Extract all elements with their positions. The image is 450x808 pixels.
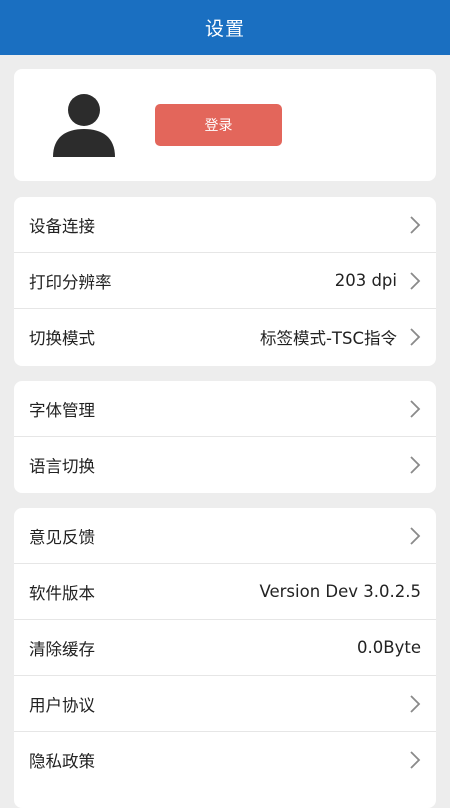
clear-cache-label: 清除缓存 <box>29 639 95 659</box>
software-version-value: Version Dev 3.0.2.5 <box>259 582 421 601</box>
page-title: 设置 <box>204 18 245 40</box>
user-agreement-row[interactable]: 用户协议 <box>14 676 436 732</box>
chevron-right-icon <box>410 399 421 418</box>
software-version-row: 软件版本 Version Dev 3.0.2.5 <box>14 564 436 620</box>
font-management-label: 字体管理 <box>29 400 95 420</box>
software-version-label: 软件版本 <box>29 583 95 603</box>
chevron-right-icon <box>410 526 421 545</box>
language-switch-row[interactable]: 语言切换 <box>14 437 436 493</box>
device-connection-row[interactable]: 设备连接 <box>14 197 436 253</box>
chevron-right-icon <box>410 694 421 713</box>
chevron-right-icon <box>410 328 421 346</box>
feedback-row[interactable]: 意见反馈 <box>14 508 436 564</box>
font-management-row[interactable]: 字体管理 <box>14 381 436 437</box>
privacy-policy-label: 隐私政策 <box>29 752 95 771</box>
privacy-policy-row[interactable]: 隐私政策 <box>14 732 436 788</box>
misc-settings-card: 意见反馈 软件版本 Version Dev 3.0.2.5 清除缓存 0.0By… <box>14 508 436 808</box>
switch-mode-value: 标签模式-TSC指令 <box>259 329 397 348</box>
chevron-right-icon <box>410 456 421 474</box>
user-agreement-label: 用户协议 <box>29 695 95 715</box>
feedback-label: 意见反馈 <box>29 527 95 547</box>
font-language-card: 字体管理 语言切换 <box>14 381 436 493</box>
print-resolution-value: 203 dpi <box>334 271 397 290</box>
user-avatar-icon[interactable] <box>50 91 118 159</box>
clear-cache-value: 0.0Byte <box>357 638 421 657</box>
device-connection-label: 设备连接 <box>29 216 95 236</box>
switch-mode-row[interactable]: 切换模式 标签模式-TSC指令 <box>14 309 436 365</box>
chevron-right-icon <box>410 751 421 769</box>
chevron-right-icon <box>410 215 421 234</box>
print-resolution-row[interactable]: 打印分辨率 203 dpi <box>14 253 436 309</box>
app-header: 设置 <box>0 0 450 55</box>
device-settings-card: 设备连接 打印分辨率 203 dpi 切换模式 标签模式-TSC指令 <box>14 197 436 366</box>
language-switch-label: 语言切换 <box>29 457 95 476</box>
switch-mode-label: 切换模式 <box>29 329 95 348</box>
clear-cache-row[interactable]: 清除缓存 0.0Byte <box>14 620 436 676</box>
login-button[interactable]: 登录 <box>155 104 282 146</box>
profile-card: 登录 <box>14 69 436 181</box>
chevron-right-icon <box>410 271 421 290</box>
print-resolution-label: 打印分辨率 <box>29 272 112 292</box>
